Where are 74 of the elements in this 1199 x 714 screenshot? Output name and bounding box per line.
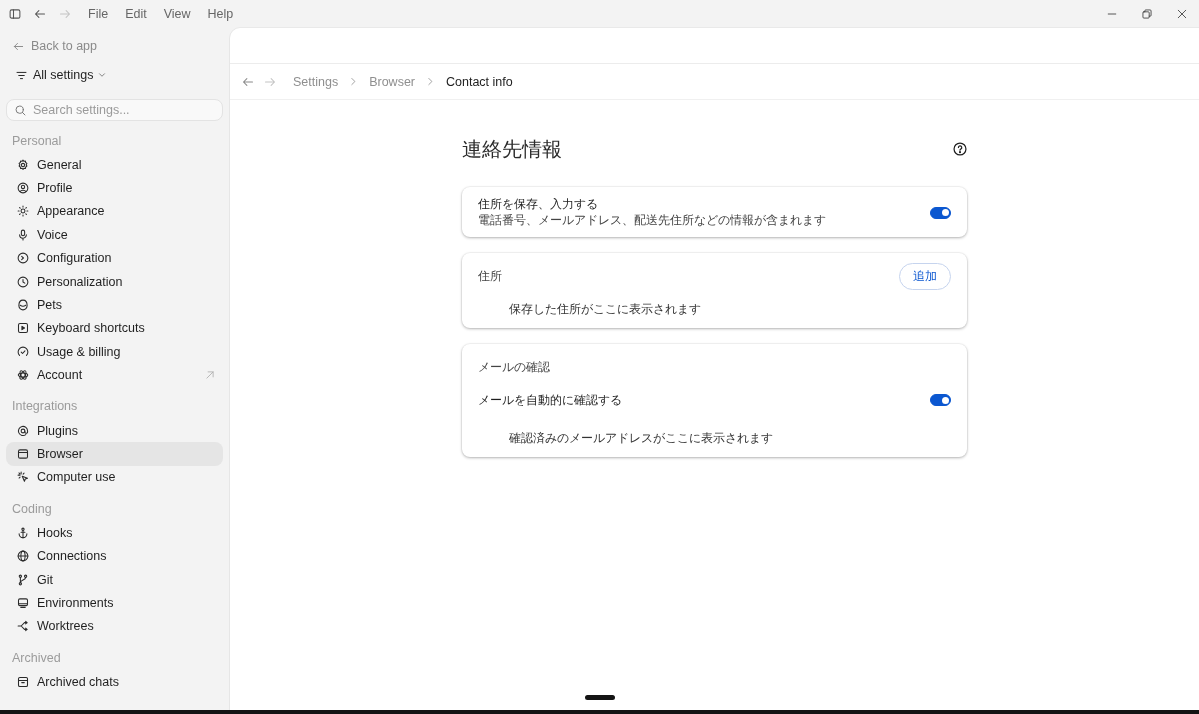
close-icon[interactable] [1176, 9, 1187, 19]
gauge-icon [17, 345, 29, 358]
gear-icon [17, 158, 29, 171]
card-heading: 住所 [478, 269, 502, 284]
square-play-icon [17, 322, 29, 335]
sidebar-item[interactable]: Pets [6, 293, 223, 317]
chevron-down-icon [98, 71, 107, 79]
chevron-right-icon [349, 77, 359, 86]
empty-state-text: 確認済みのメールアドレスがここに表示されます [509, 430, 773, 446]
chevron-right-icon [426, 77, 435, 86]
sidebar-item[interactable]: Voice [6, 223, 223, 247]
toggle-switch[interactable] [930, 206, 951, 219]
cursor-sparkle-icon [17, 471, 29, 484]
sidebar-item[interactable]: General [6, 153, 223, 177]
setting-description: 電話番号、メールアドレス、配送先住所などの情報が含まれます [478, 212, 826, 228]
sidebar-item[interactable]: Plugins [6, 418, 223, 443]
section-heading: Integrations [11, 398, 79, 416]
sidebar-item[interactable]: Computer use [6, 465, 223, 490]
sidebar-item[interactable]: Appearance [6, 199, 223, 224]
setting-label: メールを自動的に確認する [478, 391, 622, 409]
archive-box-icon [17, 675, 29, 688]
restore-icon[interactable] [1141, 9, 1152, 19]
sidebar-item[interactable]: Configuration [6, 246, 223, 270]
section-heading: Coding [11, 500, 53, 518]
browser-window-icon [17, 447, 29, 460]
microphone-icon [17, 228, 29, 241]
fork-arrows-icon [17, 620, 29, 633]
sidebar-item[interactable]: Keyboard shortcuts [6, 316, 223, 341]
sidebar-item[interactable]: Profile [6, 176, 223, 200]
page-title: 連絡先情報 [462, 137, 562, 161]
sidebar-item[interactable]: Archived chats [6, 669, 223, 694]
back-arrow-icon[interactable] [34, 8, 46, 20]
section-heading: Archived [11, 649, 62, 667]
clock-icon [17, 275, 29, 288]
help-icon[interactable] [953, 142, 967, 156]
sun-icon [17, 205, 29, 218]
section-heading: Personal [11, 132, 63, 150]
breadcrumb-current: Contact info [446, 74, 513, 89]
setting-label: 住所を保存、入力する [478, 197, 599, 213]
sidebar-item[interactable]: Usage & billing [6, 340, 223, 364]
sidebar-item[interactable]: Browser [6, 442, 223, 466]
empty-state-text: 保存した住所がここに表示されます [509, 301, 701, 317]
sidebar-item[interactable]: Hooks [6, 521, 223, 545]
card-heading: メールの確認 [478, 360, 550, 375]
at-sign-icon [17, 424, 29, 437]
filter-icon [16, 69, 27, 81]
sidebar-item[interactable]: Worktrees [6, 614, 223, 638]
globe-icon [17, 550, 29, 563]
pet-face-icon [17, 299, 29, 311]
add-button[interactable]: 追加 [899, 263, 951, 290]
terminal-circle-icon [17, 252, 29, 265]
back-arrow-icon[interactable] [242, 75, 254, 88]
search-field[interactable]: Search settings... [6, 99, 223, 121]
sidebar-item[interactable]: Personalization [6, 269, 223, 294]
back-arrow-icon [13, 40, 24, 52]
sidebar-item[interactable]: Git [6, 567, 223, 592]
menu-item[interactable]: Edit [125, 7, 147, 21]
home-indicator-icon [584, 695, 615, 700]
monitor-icon [17, 596, 29, 609]
branch-icon [17, 573, 29, 586]
sidebar-toggle-icon[interactable] [9, 8, 21, 20]
sidebar-item[interactable]: Account [6, 363, 223, 387]
menu-item[interactable]: File [88, 7, 109, 21]
person-circle-icon [17, 182, 29, 195]
sidebar-item[interactable]: Connections [6, 544, 223, 568]
sidebar-item[interactable]: Environments [6, 591, 223, 615]
all-settings-dropdown[interactable]: All settings [6, 64, 107, 86]
external-link-icon [205, 370, 215, 381]
toggle-switch[interactable] [930, 394, 951, 406]
menu-item[interactable]: View [163, 7, 191, 21]
menu-item[interactable]: Help [207, 7, 234, 21]
anchor-icon [17, 526, 29, 539]
search-icon [15, 104, 26, 116]
rosette-icon [17, 369, 29, 382]
